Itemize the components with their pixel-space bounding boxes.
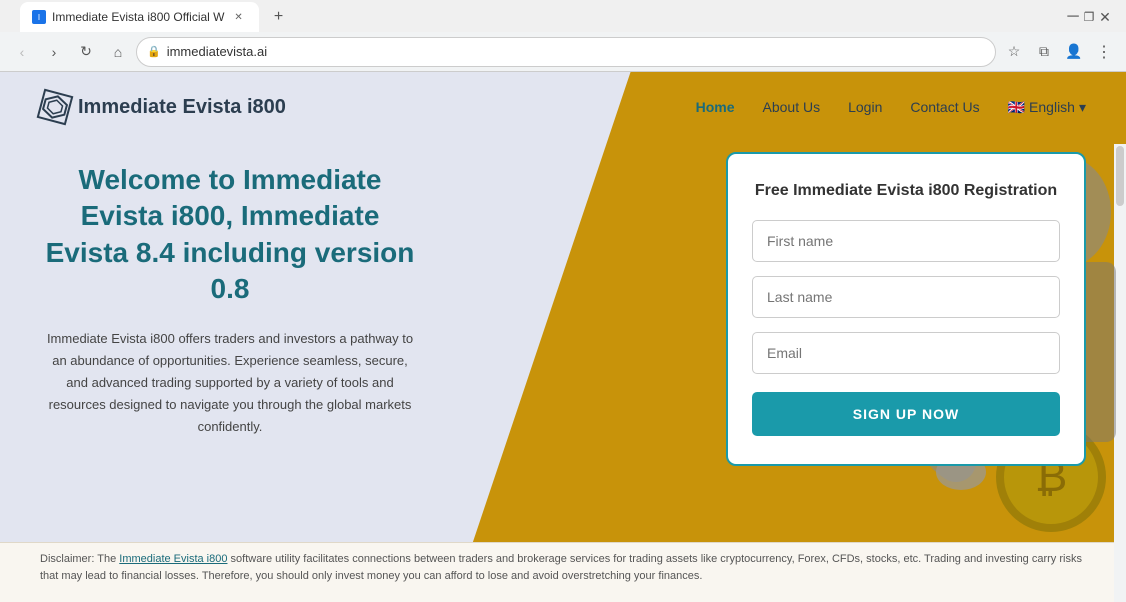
nav-login[interactable]: Login [848, 99, 882, 115]
site-logo: Immediate Evista i800 [40, 92, 286, 122]
back-button[interactable]: ‹ [8, 38, 36, 66]
hero-content: Welcome to Immediate Evista i800, Immedi… [0, 142, 1126, 466]
browser-toolbar: ‹ › ↻ ⌂ 🔒 immediatevista.ai ☆ ⧉ 👤 ⋮ [0, 32, 1126, 72]
nav-links: Home About Us Login Contact Us 🇬🇧 Englis… [696, 99, 1086, 116]
tab-favicon: I [32, 10, 46, 24]
signup-button[interactable]: SIGN UP NOW [752, 392, 1060, 436]
minimize-button[interactable]: ─ [1066, 10, 1080, 24]
new-tab-button[interactable]: + [267, 5, 291, 29]
nav-contact[interactable]: Contact Us [910, 99, 979, 115]
profile-button[interactable]: 👤 [1060, 38, 1088, 66]
lang-label: English [1029, 99, 1075, 115]
disclaimer-link[interactable]: Immediate Evista i800 [119, 553, 227, 565]
first-name-field [752, 220, 1060, 262]
logo-text: Immediate Evista i800 [78, 96, 286, 119]
active-tab[interactable]: I Immediate Evista i800 Official W ✕ [20, 2, 259, 32]
lock-icon: 🔒 [147, 45, 161, 58]
extensions-button[interactable]: ⧉ [1030, 38, 1058, 66]
site-nav: Immediate Evista i800 Home About Us Logi… [0, 72, 1126, 142]
chevron-down-icon: ▾ [1079, 99, 1086, 116]
logo-icon [37, 89, 74, 126]
nav-language-selector[interactable]: 🇬🇧 English ▾ [1008, 99, 1086, 116]
first-name-input[interactable] [752, 220, 1060, 262]
address-bar[interactable]: 🔒 immediatevista.ai [136, 37, 996, 67]
disclaimer-prefix: Disclaimer: The [40, 553, 119, 565]
registration-form: Free Immediate Evista i800 Registration … [726, 152, 1086, 466]
flag-icon: 🇬🇧 [1008, 99, 1025, 116]
nav-home[interactable]: Home [696, 99, 735, 115]
tab-close-button[interactable]: ✕ [231, 9, 247, 25]
browser-chrome: I Immediate Evista i800 Official W ✕ + ─… [0, 0, 1126, 72]
forward-button[interactable]: › [40, 38, 68, 66]
close-button[interactable]: ✕ [1098, 10, 1112, 24]
website-content: Immediate Evista i800 Home About Us Logi… [0, 72, 1126, 602]
nav-about[interactable]: About Us [763, 99, 821, 115]
email-field [752, 332, 1060, 374]
toolbar-actions: ☆ ⧉ 👤 ⋮ [1000, 38, 1118, 66]
hero-text-section: Welcome to Immediate Evista i800, Immedi… [40, 142, 726, 438]
bookmark-button[interactable]: ☆ [1000, 38, 1028, 66]
url-text: immediatevista.ai [167, 44, 985, 59]
last-name-input[interactable] [752, 276, 1060, 318]
tab-title: Immediate Evista i800 Official W [52, 10, 225, 24]
form-title: Free Immediate Evista i800 Registration [752, 182, 1060, 200]
email-input[interactable] [752, 332, 1060, 374]
home-button[interactable]: ⌂ [104, 38, 132, 66]
hero-title: Welcome to Immediate Evista i800, Immedi… [40, 162, 420, 308]
restore-button[interactable]: ❐ [1082, 10, 1096, 24]
browser-titlebar: I Immediate Evista i800 Official W ✕ + ─… [0, 0, 1126, 32]
last-name-field [752, 276, 1060, 318]
menu-button[interactable]: ⋮ [1090, 38, 1118, 66]
hero-description: Immediate Evista i800 offers traders and… [40, 328, 420, 438]
reload-button[interactable]: ↻ [72, 38, 100, 66]
window-controls: ─ ❐ ✕ [1066, 10, 1112, 24]
